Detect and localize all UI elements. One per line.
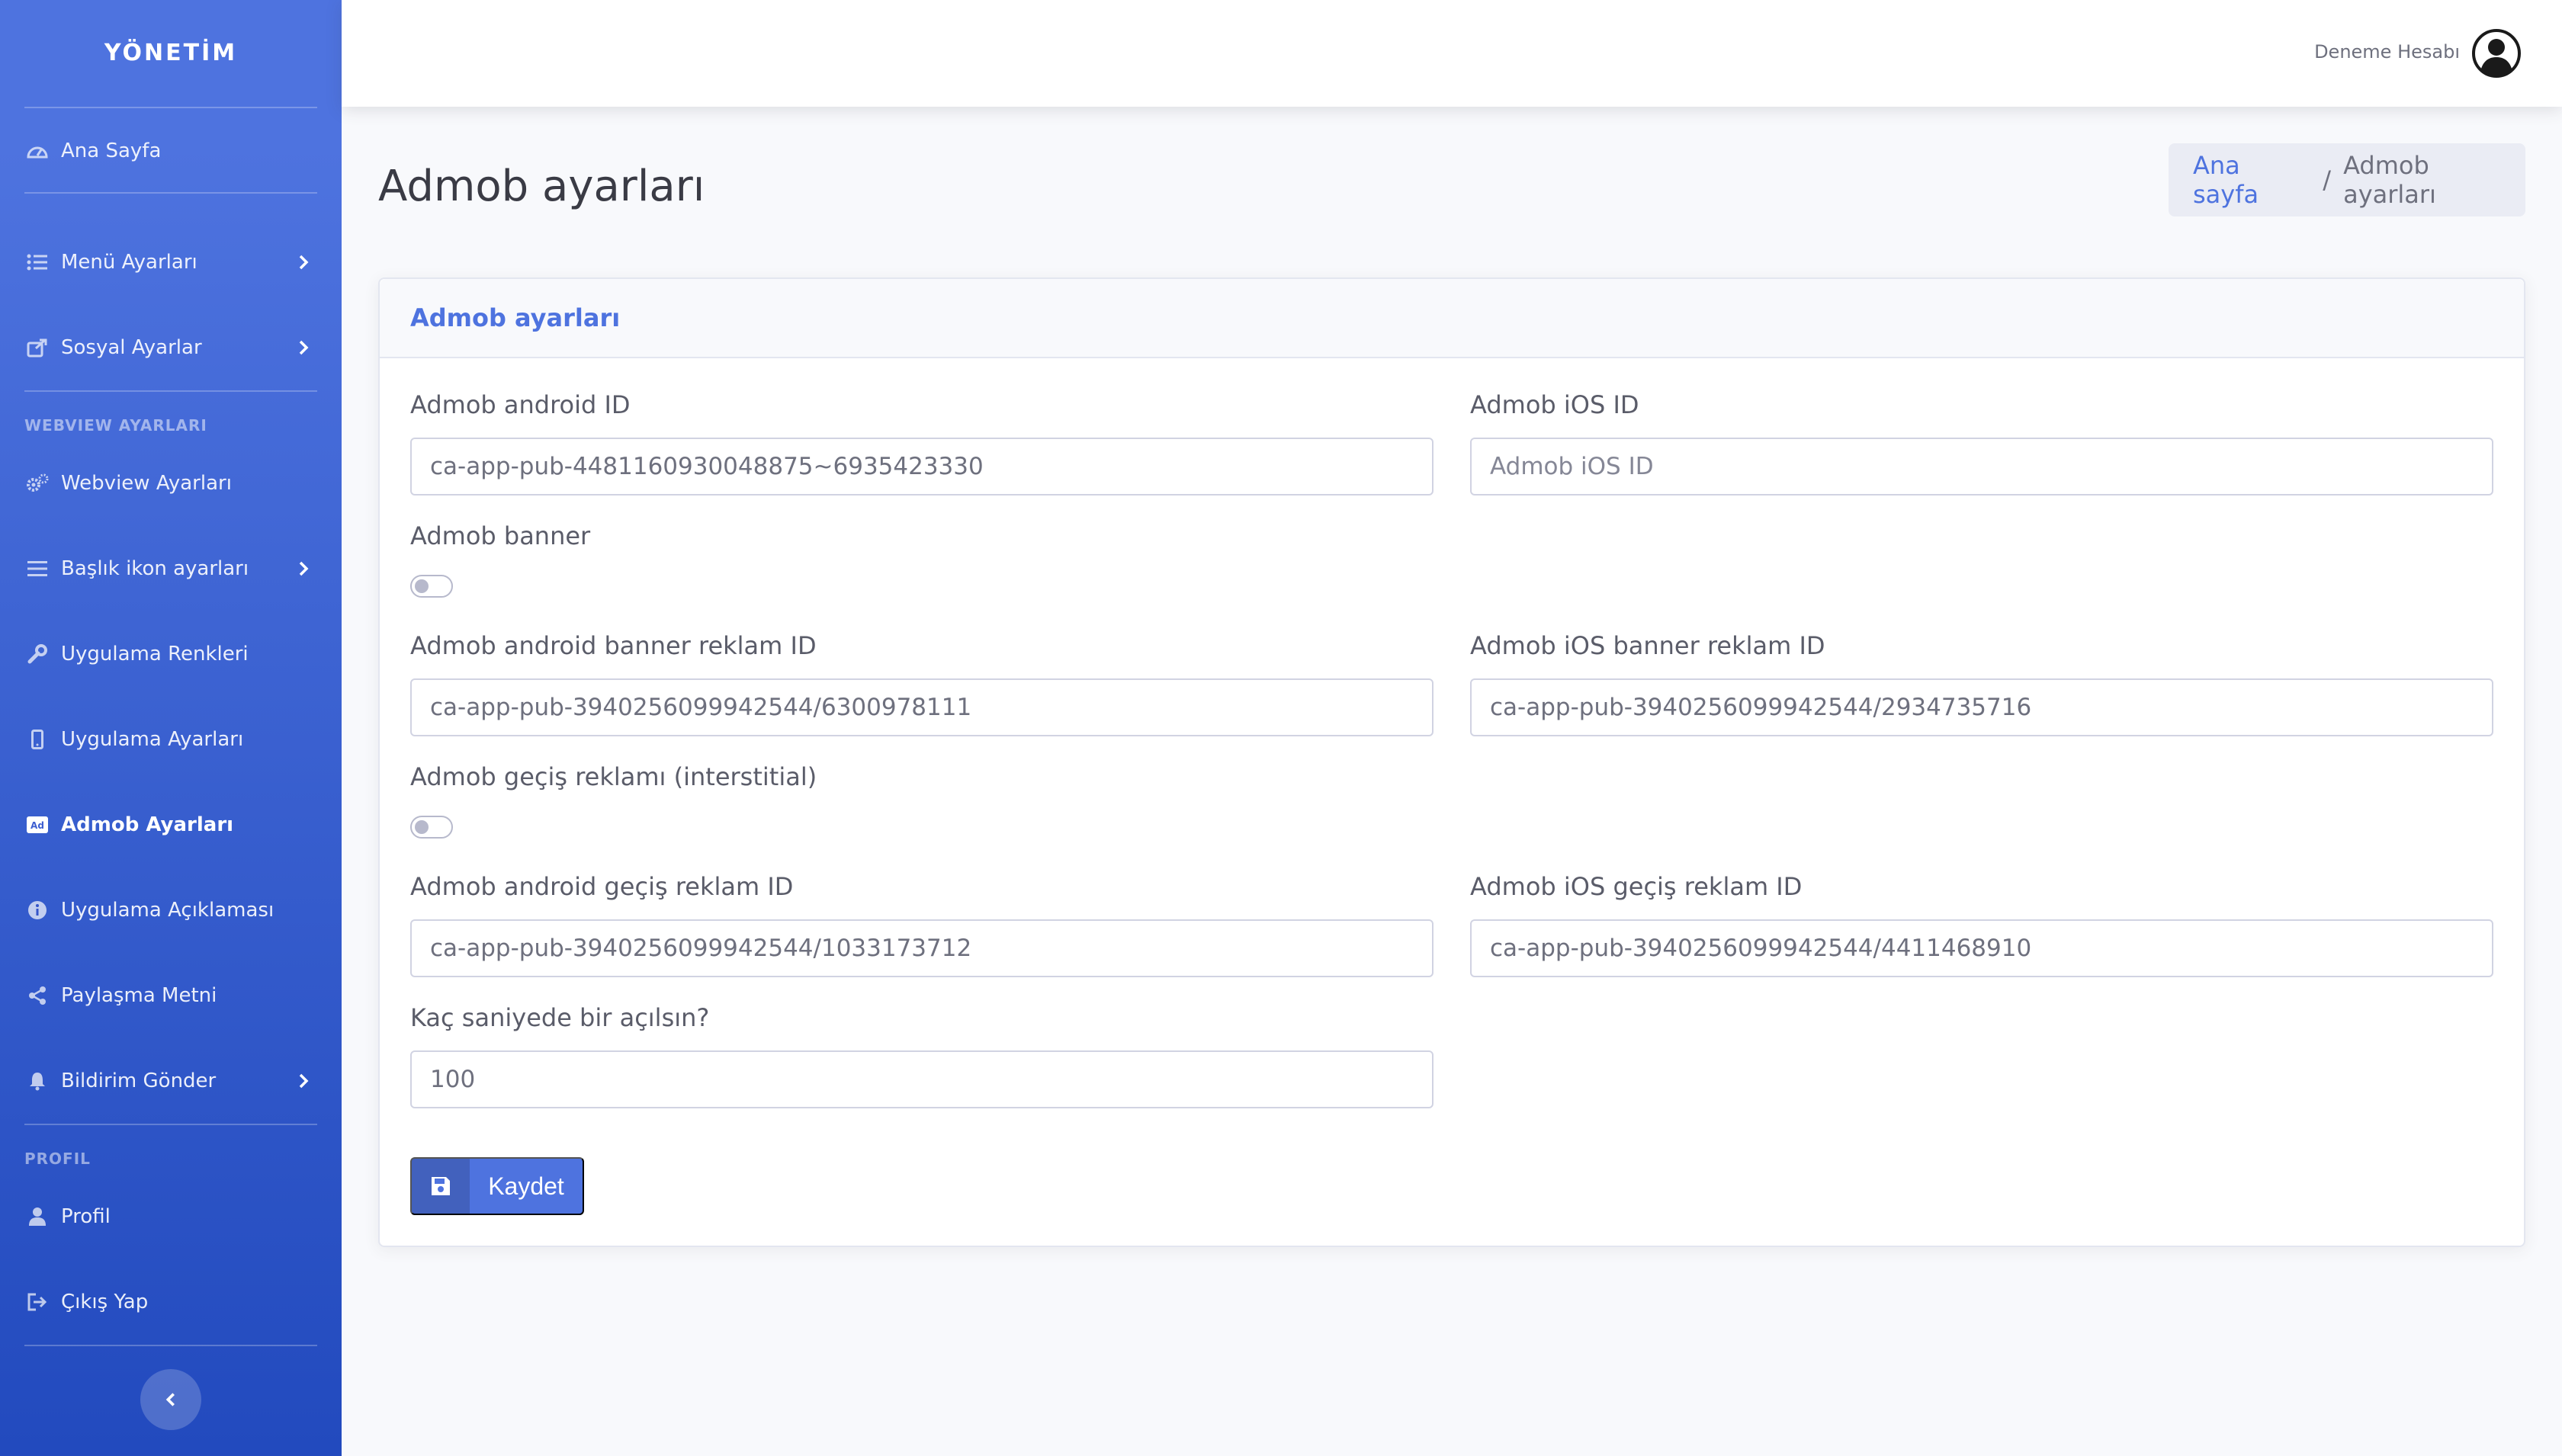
chevron-right-icon — [299, 561, 309, 576]
user-name[interactable]: Deneme Hesabı — [2314, 41, 2460, 63]
sidebar-toggle-button[interactable] — [140, 1369, 201, 1430]
sidebar-item-ana-sayfa[interactable]: Ana Sayfa — [0, 120, 342, 181]
save-icon — [412, 1159, 470, 1214]
svg-text:Ad: Ad — [30, 820, 44, 831]
sidebar-item-label: Menü Ayarları — [61, 251, 197, 274]
admob-settings-card: Admob ayarları Admob android ID Admob iO… — [378, 277, 2525, 1247]
interstitial-toggle[interactable] — [410, 816, 453, 839]
sidebar-item-bildirim-gonder[interactable]: Bildirim Gönder — [0, 1050, 342, 1111]
breadcrumb-current: Admob ayarları — [2343, 151, 2436, 209]
share-square-icon — [24, 335, 50, 361]
android-interstitial-id-label: Admob android geçiş reklam ID — [410, 872, 794, 901]
sidebar-divider — [24, 1345, 317, 1346]
sidebar-item-label: Bildirim Gönder — [61, 1070, 217, 1092]
sidebar-divider — [24, 1124, 317, 1125]
sidebar-item-baslik-ikon-ayarlari[interactable]: Başlık ikon ayarları — [0, 538, 342, 599]
sidebar-item-uygulama-renkleri[interactable]: Uygulama Renkleri — [0, 624, 342, 685]
sidebar-heading-profil: PROFIL — [24, 1150, 91, 1168]
sidebar-item-label: Başlık ikon ayarları — [61, 557, 249, 580]
toggle-knob — [415, 579, 429, 593]
chevron-right-icon — [299, 255, 309, 270]
sidebar-item-menu-ayarlari[interactable]: Menü Ayarları — [0, 232, 342, 293]
bell-icon — [24, 1068, 50, 1094]
sidebar-item-label: Çıkış Yap — [61, 1291, 149, 1313]
android-interstitial-id-input[interactable] — [410, 919, 1434, 977]
share-alt-icon — [24, 983, 50, 1009]
ios-interstitial-id-label: Admob iOS geçiş reklam ID — [1470, 872, 1803, 901]
sidebar-item-label: Ana Sayfa — [61, 140, 162, 162]
sidebar-item-profil[interactable]: Profil — [0, 1186, 342, 1247]
ios-interstitial-id-input[interactable] — [1470, 919, 2493, 977]
chevron-right-icon — [299, 340, 309, 355]
android-id-label: Admob android ID — [410, 390, 631, 419]
interval-label: Kaç saniyede bir açılsın? — [410, 1003, 710, 1032]
sidebar-item-label: Uygulama Renkleri — [61, 643, 249, 665]
sidebar-item-uygulama-ayarlari[interactable]: Uygulama Ayarları — [0, 709, 342, 770]
sidebar-item-uygulama-aciklamasi[interactable]: Uygulama Açıklaması — [0, 880, 342, 941]
sidebar-item-admob-ayarlari[interactable]: Ad Admob Ayarları — [0, 794, 342, 855]
ios-id-label: Admob iOS ID — [1470, 390, 1639, 419]
android-banner-id-input[interactable] — [410, 678, 1434, 736]
ad-icon: Ad — [24, 812, 50, 838]
interstitial-toggle-label: Admob geçiş reklamı (interstitial) — [410, 762, 817, 791]
sign-out-icon — [24, 1289, 50, 1315]
info-circle-icon — [24, 897, 50, 923]
android-id-input[interactable] — [410, 438, 1434, 495]
sidebar: YÖNETİM Ana Sayfa Menü Ayarları Sosyal A… — [0, 0, 342, 1456]
breadcrumb-separator: / — [2323, 165, 2332, 194]
chevron-left-icon — [165, 1393, 175, 1406]
breadcrumb-home-link[interactable]: Ana sayfa — [2193, 151, 2310, 209]
sidebar-item-label: Uygulama Ayarları — [61, 728, 244, 751]
user-avatar-icon[interactable] — [2472, 29, 2521, 78]
interval-input[interactable] — [410, 1050, 1434, 1108]
page-title: Admob ayarları — [378, 162, 705, 211]
save-button[interactable]: Kaydet — [410, 1157, 584, 1215]
sidebar-item-cikis-yap[interactable]: Çıkış Yap — [0, 1272, 342, 1333]
dashboard-icon — [24, 138, 50, 164]
topbar: Deneme Hesabı — [342, 0, 2562, 107]
sidebar-heading-webview: WEBVIEW AYARLARI — [24, 416, 207, 435]
android-banner-id-label: Admob android banner reklam ID — [410, 631, 817, 660]
wrench-icon — [24, 641, 50, 667]
breadcrumb: Ana sayfa / Admob ayarları — [2169, 143, 2525, 216]
save-button-label: Kaydet — [488, 1172, 564, 1200]
banner-toggle[interactable] — [410, 575, 453, 598]
sidebar-item-sosyal-ayarlar[interactable]: Sosyal Ayarlar — [0, 317, 342, 378]
sidebar-divider — [24, 390, 317, 392]
sidebar-item-paylasma-metni[interactable]: Paylaşma Metni — [0, 965, 342, 1026]
ios-banner-id-input[interactable] — [1470, 678, 2493, 736]
sidebar-item-label: Uygulama Açıklaması — [61, 899, 274, 922]
sidebar-item-webview-ayarlari[interactable]: Webview Ayarları — [0, 453, 342, 514]
cogs-icon — [24, 470, 50, 496]
banner-toggle-label: Admob banner — [410, 521, 591, 550]
bars-icon — [24, 556, 50, 582]
sidebar-divider — [24, 107, 317, 108]
toggle-knob — [415, 820, 429, 834]
sidebar-item-label: Webview Ayarları — [61, 472, 232, 495]
card-title: Admob ayarları — [380, 279, 2524, 358]
sidebar-item-label: Paylaşma Metni — [61, 984, 217, 1007]
sidebar-item-label: Sosyal Ayarlar — [61, 336, 202, 359]
ios-banner-id-label: Admob iOS banner reklam ID — [1470, 631, 1825, 660]
sidebar-item-label: Profil — [61, 1205, 111, 1228]
sidebar-divider — [24, 192, 317, 194]
sidebar-brand[interactable]: YÖNETİM — [0, 0, 342, 105]
sidebar-item-label: Admob Ayarları — [61, 813, 234, 836]
user-icon — [24, 1204, 50, 1230]
list-icon — [24, 249, 50, 275]
ios-id-input[interactable] — [1470, 438, 2493, 495]
chevron-right-icon — [299, 1073, 309, 1089]
mobile-icon — [24, 726, 50, 752]
